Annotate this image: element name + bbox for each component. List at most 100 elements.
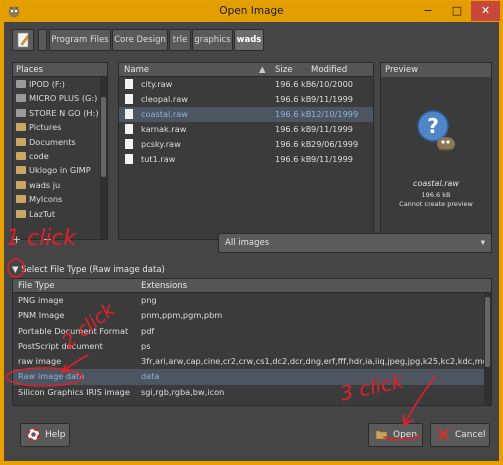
file-type-extensions: 3fr,ari,arw,cap,cine,cr2,crw,cs1,dc2,dcr…: [141, 356, 491, 367]
preview-panel: Preview ? coastal.raw 196.6 kB Cannot cr…: [380, 62, 492, 240]
place-item[interactable]: Pictures: [13, 120, 107, 134]
preview-header: Preview: [381, 63, 491, 77]
file-name: tut1.raw: [141, 154, 176, 164]
places-scroll-thumb[interactable]: [101, 97, 106, 177]
file-type-extensions: png: [141, 295, 157, 305]
column-name[interactable]: Name: [124, 63, 149, 77]
file-type-row[interactable]: PNG image png: [13, 293, 491, 308]
crumb-wads[interactable]: wads: [234, 29, 264, 51]
lifebuoy-icon: [27, 428, 40, 441]
minimize-button[interactable]: −: [414, 1, 442, 21]
preview-filename: coastal.raw: [413, 179, 459, 188]
file-type-extensions: ps: [141, 340, 151, 351]
folder-icon: [16, 166, 26, 175]
file-name: cleopal.raw: [141, 94, 188, 104]
expander-arrow-icon: ▼: [12, 265, 19, 275]
open-label: Open: [393, 430, 418, 440]
file-list: Name ▲ Size Modified city.raw 196.6 kB 6/1…: [118, 62, 374, 240]
open-folder-icon: [375, 430, 388, 440]
file-type-name: PostScript document: [18, 340, 103, 351]
crumb-graphics[interactable]: graphics: [192, 29, 233, 51]
file-icon: [125, 154, 133, 164]
file-type-name: Raw image data: [18, 371, 85, 382]
file-modified: 9/11/1999: [311, 154, 353, 164]
file-type-extensions: pdf: [141, 325, 155, 336]
file-type-row[interactable]: Raw image data data: [13, 369, 491, 385]
file-row[interactable]: city.raw 196.6 kB 6/10/2000: [119, 77, 373, 92]
file-icon: [125, 124, 133, 134]
file-row[interactable]: coastal.raw 196.6 kB 12/10/1999: [119, 107, 373, 122]
place-label: Documents: [29, 136, 76, 147]
folder-icon: [16, 151, 26, 160]
file-type-scroll-thumb[interactable]: [485, 297, 490, 367]
file-row[interactable]: karnak.raw 196.6 kB 9/11/1999: [119, 122, 373, 137]
drive-icon: [16, 94, 26, 103]
folder-icon: [16, 180, 26, 189]
file-type-scrollbar[interactable]: [484, 293, 491, 405]
file-type-row[interactable]: Silicon Graphics IRIS image sgi,rgb,rgba,…: [13, 385, 491, 400]
file-row[interactable]: pcsky.raw 196.6 kB 29/06/1999: [119, 137, 373, 152]
file-size: 196.6 kB: [275, 79, 312, 89]
file-type-name: PNG image: [18, 295, 64, 305]
file-list-header: Name ▲ Size Modified: [119, 63, 373, 77]
place-label: LazTut: [29, 208, 56, 219]
crumb-program-files[interactable]: Program Files: [49, 29, 111, 51]
place-item[interactable]: Documents: [13, 135, 107, 149]
place-item[interactable]: Uklogo in GIMP: [13, 163, 107, 177]
column-file-type[interactable]: File Type: [18, 279, 54, 293]
close-button[interactable]: ✕: [471, 1, 500, 21]
place-item[interactable]: STORE N GO (H:): [13, 106, 107, 120]
file-icon: [125, 109, 133, 119]
place-item[interactable]: IPOD (F:): [13, 77, 107, 91]
file-type-extensions: pnm,ppm,pgm,pbm: [141, 310, 223, 321]
file-type-row[interactable]: raw image 3fr,ari,arw,cap,cine,cr2,crw,cs…: [13, 354, 491, 369]
maximize-button[interactable]: □: [444, 1, 470, 21]
preview-size: 196.6 kB: [421, 191, 451, 199]
file-modified: 6/10/2000: [311, 79, 353, 89]
file-modified: 29/06/1999: [311, 139, 359, 149]
place-label: MICRO PLUS (G:): [29, 93, 98, 104]
question-mark-icon: ?: [417, 110, 455, 151]
place-label: STORE N GO (H:): [29, 107, 99, 118]
place-label: Uklogo in GIMP: [29, 165, 91, 176]
place-item[interactable]: MyIcons: [13, 192, 107, 206]
column-size[interactable]: Size: [275, 63, 292, 77]
file-row[interactable]: tut1.raw 196.6 kB 9/11/1999: [119, 152, 373, 167]
crumb-core-design[interactable]: Core Design: [112, 29, 168, 51]
file-row[interactable]: cleopal.raw 196.6 kB 9/11/1999: [119, 92, 373, 107]
file-size: 196.6 kB: [275, 109, 312, 119]
annotation-step1: 1 click: [6, 226, 77, 251]
crumb-trle[interactable]: trle: [169, 29, 191, 51]
file-modified: 12/10/1999: [311, 109, 359, 119]
place-item[interactable]: MICRO PLUS (G:): [13, 91, 107, 105]
places-panel: Places IPOD (F:) MICRO PLUS (G:) STORE N G…: [12, 62, 108, 240]
places-header[interactable]: Places: [13, 63, 107, 77]
dialog-body: Program Files Core Design trle graphics …: [4, 22, 499, 461]
place-item[interactable]: wads ju: [13, 178, 107, 192]
file-filter-value: All images: [225, 238, 270, 248]
folder-icon: [16, 137, 26, 146]
file-icon: [125, 79, 133, 89]
file-type-header: File Type Extensions: [13, 279, 491, 293]
place-item[interactable]: code: [13, 149, 107, 163]
drive-icon: [16, 108, 26, 117]
path-scroll-left-button[interactable]: [38, 29, 47, 51]
edit-location-button[interactable]: [12, 29, 34, 51]
column-modified[interactable]: Modified: [311, 63, 347, 77]
folder-icon: [16, 123, 26, 132]
file-icon: [125, 94, 133, 104]
cancel-button[interactable]: Cancel: [430, 423, 490, 447]
file-size: 196.6 kB: [275, 154, 312, 164]
preview-message: Cannot create preview: [399, 200, 473, 208]
place-item[interactable]: LazTut: [13, 207, 107, 221]
file-filter-dropdown[interactable]: All images ▾: [218, 233, 492, 253]
place-label: MyIcons: [29, 194, 63, 205]
help-button[interactable]: Help: [20, 423, 70, 447]
places-scrollbar[interactable]: [100, 77, 107, 239]
select-file-type-expander[interactable]: ▼ Select File Type (Raw image data): [12, 265, 165, 275]
column-extensions[interactable]: Extensions: [141, 279, 187, 293]
file-type-name: raw image: [18, 356, 62, 367]
file-size: 196.6 kB: [275, 139, 312, 149]
open-button[interactable]: Open: [368, 423, 423, 447]
file-rows: city.raw 196.6 kB 6/10/2000 cleopal.raw 196.…: [119, 77, 373, 167]
